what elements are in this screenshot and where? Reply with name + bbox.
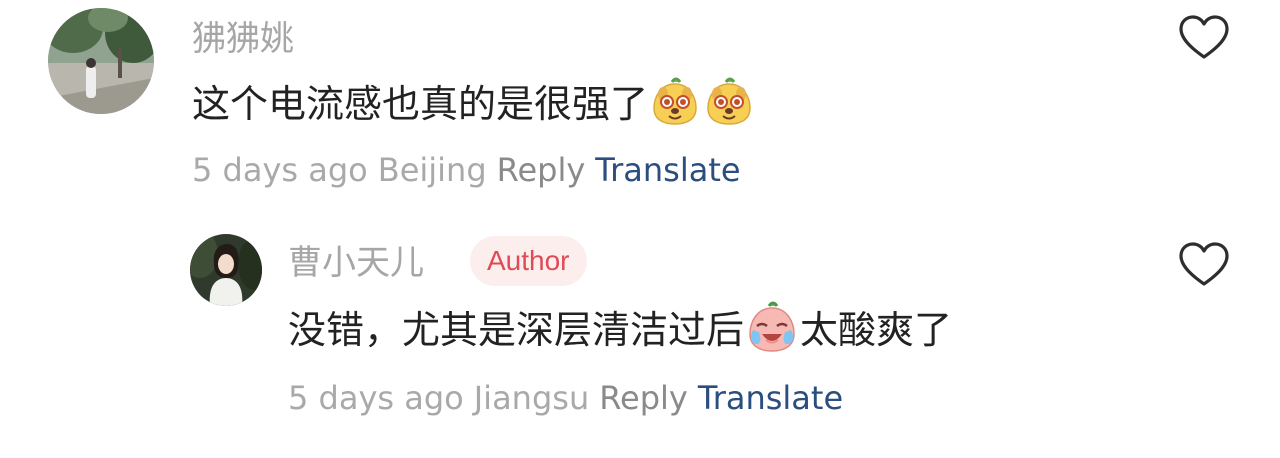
heart-outline-icon[interactable] — [1178, 14, 1230, 64]
username[interactable]: 曹小天儿 — [288, 246, 424, 280]
comment-text: 没错，尤其是深层清洁过后 太酸爽了 — [288, 301, 953, 356]
reply-button[interactable]: Reply — [497, 151, 586, 189]
crying-laugh-emoji — [745, 300, 799, 360]
happy-dog-emoji — [704, 76, 754, 132]
comment-text: 这个电流感也真的是很强了 — [192, 77, 754, 128]
heart-outline-icon[interactable] — [1178, 241, 1230, 291]
comment-time: 5 days ago — [192, 151, 368, 189]
avatar-photo-portrait — [190, 234, 262, 306]
avatar[interactable] — [190, 234, 262, 306]
comment-meta: 5 days ago Beijing Reply Translate — [192, 154, 741, 186]
comment-body-end: 太酸爽了 — [800, 308, 953, 352]
happy-dog-emoji — [650, 76, 700, 132]
avatar[interactable] — [48, 8, 154, 114]
comment-body: 这个电流感也真的是很强了 — [192, 82, 649, 126]
avatar-photo-outdoor — [48, 8, 154, 114]
comment-location: Beijing — [377, 151, 487, 189]
comment-time: 5 days ago — [288, 379, 464, 417]
comment-meta: 5 days ago Jiangsu Reply Translate — [288, 382, 843, 414]
reply-button[interactable]: Reply — [599, 379, 688, 417]
author-badge: Author — [470, 236, 587, 286]
comment-location: Jiangsu — [473, 379, 590, 417]
comment-body: 没错，尤其是深层清洁过后 — [288, 308, 745, 352]
translate-button[interactable]: Translate — [698, 379, 843, 417]
username[interactable]: 狒狒姚 — [192, 22, 294, 56]
translate-button[interactable]: Translate — [595, 151, 740, 189]
